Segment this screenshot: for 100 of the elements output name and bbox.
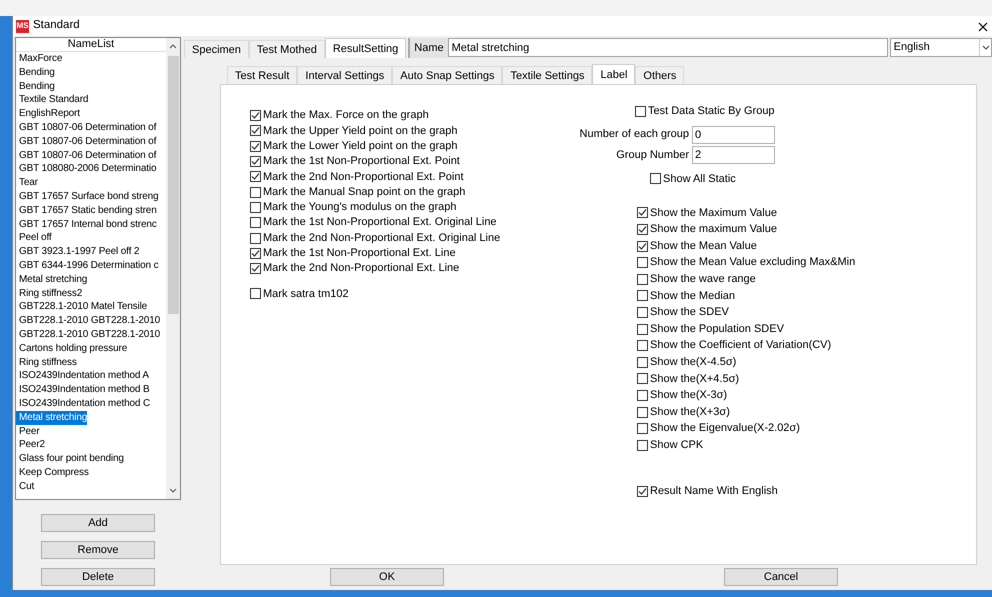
list-item[interactable]: Textile Standard — [16, 93, 88, 108]
checkbox[interactable] — [637, 306, 648, 318]
scroll-thumb[interactable] — [168, 56, 178, 314]
list-item[interactable]: Metal stretching — [16, 272, 88, 287]
checkbox[interactable] — [650, 173, 661, 184]
checkbox[interactable] — [637, 324, 648, 335]
tab[interactable]: Specimen — [184, 40, 249, 58]
list-item[interactable]: ISO2439Indentation method B — [16, 383, 150, 397]
list-item[interactable]: ISO2439Indentation method C — [16, 396, 150, 411]
checkbox-label: Result Name With English — [650, 484, 778, 499]
list-item[interactable]: Keep Compress — [16, 466, 89, 480]
checkbox[interactable] — [637, 274, 648, 285]
list-item[interactable]: Bending — [16, 66, 55, 80]
tab[interactable]: Others — [635, 66, 684, 84]
list-item[interactable]: Metal stretching — [16, 410, 88, 425]
checkbox[interactable] — [635, 106, 646, 118]
checkbox-label: Show the Median — [650, 288, 735, 304]
checkbox-label: Show the Mean Value — [650, 238, 757, 254]
checkbox-label: Mark the Upper Yield point on the graph — [263, 124, 458, 139]
list-button[interactable]: Remove — [41, 541, 155, 559]
tab[interactable]: Interval Settings — [297, 66, 392, 84]
field-label: Name — [408, 38, 448, 58]
checkbox[interactable] — [250, 125, 261, 136]
tab[interactable]: ResultSetting — [324, 38, 406, 58]
list-item[interactable]: GBT 17657 Static bending stren — [16, 204, 157, 218]
checkbox-label: Show CPK — [650, 438, 704, 453]
dialog-button[interactable]: Cancel — [724, 568, 838, 586]
checkbox[interactable] — [637, 390, 648, 401]
checkbox[interactable] — [250, 171, 261, 182]
checkbox[interactable] — [250, 110, 261, 122]
scrollbar[interactable] — [166, 38, 180, 499]
list-item[interactable]: GBT 108080-2006 Determinatio — [16, 162, 156, 176]
dialog-button[interactable]: OK — [330, 568, 444, 586]
app-logo: MS — [16, 20, 29, 32]
tab[interactable]: Label — [592, 64, 636, 84]
list-item[interactable]: Cartons holding pressure — [16, 342, 128, 356]
checkbox-label: Mark satra tm102 — [263, 286, 349, 302]
language-dropdown[interactable]: English — [890, 38, 992, 57]
checkbox[interactable] — [637, 224, 648, 235]
list-item[interactable]: GBT 3923.1-1997 Peel off 2 — [16, 245, 140, 259]
checkbox[interactable] — [637, 290, 648, 302]
checkbox[interactable] — [250, 202, 261, 213]
checkbox-label: Show the(X+4.5σ) — [650, 372, 740, 387]
list-item[interactable]: GBT 10807-06 Determination of — [16, 120, 156, 135]
checkbox[interactable] — [250, 156, 261, 168]
checkbox[interactable] — [637, 406, 648, 418]
list-item[interactable]: GBT228.1-2010 GBT228.1-2010 — [16, 328, 160, 342]
checkbox[interactable] — [250, 248, 261, 259]
checkbox-label: Show the Coefficient of Variation(CV) — [650, 338, 832, 354]
list-item[interactable]: Tear — [16, 176, 38, 190]
list-item[interactable]: Peer2 — [16, 438, 45, 452]
checkbox-label: Show All Static — [663, 172, 736, 187]
list-item[interactable]: GBT 10807-06 Determination of — [16, 148, 156, 162]
checkbox[interactable] — [637, 423, 648, 434]
list-item[interactable]: Peel off — [16, 231, 52, 246]
list-item[interactable]: Ring stiffness — [16, 356, 77, 370]
checkbox[interactable] — [250, 288, 261, 300]
name-field[interactable]: Metal stretching — [448, 38, 888, 57]
checkbox[interactable] — [637, 486, 648, 497]
list-item[interactable]: GBT228.1-2010 GBT228.1-2010 — [16, 314, 160, 328]
checkbox-label: Show the Mean Value excluding Max&Min — [650, 255, 856, 270]
tab[interactable]: Test Mothed — [248, 40, 325, 58]
checkbox[interactable] — [250, 263, 261, 274]
checkbox[interactable] — [637, 356, 648, 368]
checkbox-label: Mark the Lower Yield point on the graph — [263, 139, 458, 154]
checkbox-label: Mark the 1st Non-Proportional Ext. Line — [263, 246, 456, 262]
list-item[interactable]: GBT 10807-06 Determination of — [16, 134, 156, 149]
list-item[interactable]: Glass four point bending — [16, 452, 124, 466]
checkbox[interactable] — [637, 373, 648, 384]
list-item[interactable]: ISO2439Indentation method A — [16, 369, 149, 384]
list-button[interactable]: Delete — [41, 568, 155, 586]
list-header: NameList — [16, 38, 166, 52]
checkbox[interactable] — [637, 440, 648, 451]
list-item[interactable]: Cut — [16, 480, 34, 494]
caret-icon — [979, 39, 991, 56]
checkbox-label: Mark the 2nd Non-Proportional Ext. Point — [263, 170, 464, 185]
tab[interactable]: Auto Snap Settings — [392, 66, 502, 84]
list-item[interactable]: GBT 17657 Surface bond streng — [16, 190, 158, 204]
list-item[interactable]: EnglishReport — [16, 107, 80, 121]
list-item[interactable]: GBT228.1-2010 Matel Tensile — [16, 300, 148, 314]
checkbox[interactable] — [250, 186, 261, 198]
list-item[interactable]: Bending — [16, 80, 55, 94]
checkbox[interactable] — [637, 340, 648, 352]
number-field[interactable]: 0 — [692, 126, 775, 144]
list-button[interactable]: Add — [41, 514, 155, 532]
list-item[interactable]: MaxForce — [16, 52, 62, 66]
list-item[interactable]: Ring stiffness2 — [16, 286, 82, 300]
tab[interactable]: Test Result — [227, 66, 298, 84]
checkbox[interactable] — [637, 240, 648, 252]
list-item[interactable]: GBT 6344-1996 Determination c — [16, 258, 158, 273]
checkbox[interactable] — [250, 217, 261, 228]
tab[interactable]: Textile Settings — [502, 66, 592, 84]
checkbox[interactable] — [250, 232, 261, 244]
number-field[interactable]: 2 — [692, 146, 775, 164]
list-item[interactable]: Peer — [16, 424, 40, 438]
list-item[interactable]: GBT 17657 Internal bond strenc — [16, 218, 157, 232]
checkbox[interactable] — [637, 207, 648, 218]
checkbox[interactable] — [250, 140, 261, 152]
checkbox[interactable] — [637, 257, 648, 268]
field-label: Group Number — [615, 148, 689, 163]
